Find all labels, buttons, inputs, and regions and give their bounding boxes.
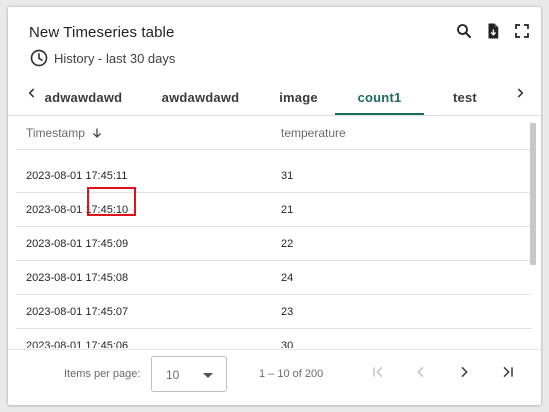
tab-scroll-right-button[interactable] <box>508 83 532 107</box>
search-icon <box>455 22 473 45</box>
search-button[interactable] <box>454 23 474 43</box>
widget-title: New Timeseries table <box>29 24 175 41</box>
value-cell: 23 <box>281 306 294 318</box>
chevron-left-icon <box>25 86 39 105</box>
widget-subtitle: History - last 30 days <box>29 48 175 68</box>
timestamp-cell: 2023-08-01 17:45:08 <box>26 272 129 284</box>
first-page-icon <box>370 364 386 385</box>
fullscreen-button[interactable] <box>512 23 532 43</box>
column-header-label: temperature <box>281 126 346 140</box>
tab-test[interactable]: test <box>425 79 505 115</box>
tab-label: image <box>279 89 318 105</box>
column-header-temperature[interactable]: temperature <box>281 116 346 150</box>
table-scrollbar[interactable] <box>530 123 536 265</box>
timestamp-cell: 2023-08-01 17:45:09 <box>26 238 129 250</box>
timeseries-table: Timestamp temperature 2023-08-01 17:45:1… <box>16 116 539 348</box>
tab-label: test <box>453 89 477 105</box>
tab-awdawdawd[interactable]: awdawdawd <box>156 79 245 115</box>
value-cell: 22 <box>281 238 294 250</box>
export-icon <box>484 22 502 45</box>
history-label: History - last 30 days <box>54 50 176 66</box>
page-range-label: 1 – 10 of 200 <box>259 368 324 380</box>
last-page-button[interactable] <box>496 362 520 386</box>
page-size-select[interactable]: 10 <box>151 356 227 392</box>
column-header-label: Timestamp <box>26 126 85 140</box>
value-cell: 31 <box>281 170 294 182</box>
timestamp-cell: 2023-08-01 17:45:07 <box>26 306 129 318</box>
first-page-button[interactable] <box>366 362 390 386</box>
chevron-left-icon <box>413 364 429 385</box>
paginator: Items per page: 10 1 – 10 of 200 <box>8 349 541 405</box>
timeseries-widget-card: New Timeseries table History - last 30 d… <box>8 7 541 405</box>
page-size-value: 10 <box>166 368 180 382</box>
timestamp-cell: 2023-08-01 17:45:11 <box>26 170 128 182</box>
export-button[interactable] <box>483 23 503 43</box>
value-cell: 21 <box>281 204 294 216</box>
table-row[interactable]: 2023-08-01 17:45:08 24 <box>16 261 532 295</box>
table-row[interactable]: 2023-08-01 17:45:06 30 <box>16 329 532 348</box>
table-row[interactable]: 2023-08-01 17:45:07 23 <box>16 295 532 329</box>
column-header-timestamp[interactable]: Timestamp <box>26 116 103 150</box>
tab-bar: adwawdawd awdawdawd image count1 test <box>8 79 541 115</box>
chevron-right-icon <box>456 364 472 385</box>
tab-count1[interactable]: count1 <box>335 79 424 115</box>
table-header-row: Timestamp temperature <box>16 116 532 150</box>
table-row[interactable]: 2023-08-01 17:45:11 31 <box>16 159 532 193</box>
chevron-right-icon <box>513 86 527 105</box>
tab-adwawdawd[interactable]: adwawdawd <box>39 79 128 115</box>
clock-icon <box>29 48 49 68</box>
fullscreen-icon <box>514 23 530 44</box>
timestamp-cell: 2023-08-01 17:45:10 <box>26 204 129 216</box>
dropdown-arrow-icon <box>202 369 214 381</box>
value-cell: 30 <box>281 340 294 348</box>
sort-arrow-down-icon <box>91 127 103 139</box>
tab-label: awdawdawd <box>161 89 240 105</box>
table-row[interactable]: 2023-08-01 17:45:09 22 <box>16 227 532 261</box>
next-page-button[interactable] <box>452 362 476 386</box>
tab-label: count1 <box>357 89 402 105</box>
previous-page-button[interactable] <box>409 362 433 386</box>
table-row[interactable]: 2023-08-01 17:45:10 21 <box>16 193 532 227</box>
timestamp-cell: 2023-08-01 17:45:06 <box>26 340 129 348</box>
last-page-icon <box>500 364 516 385</box>
items-per-page-label: Items per page: <box>64 368 141 380</box>
tab-image[interactable]: image <box>260 79 337 115</box>
value-cell: 24 <box>281 272 294 284</box>
tab-label: adwawdawd <box>44 89 123 105</box>
